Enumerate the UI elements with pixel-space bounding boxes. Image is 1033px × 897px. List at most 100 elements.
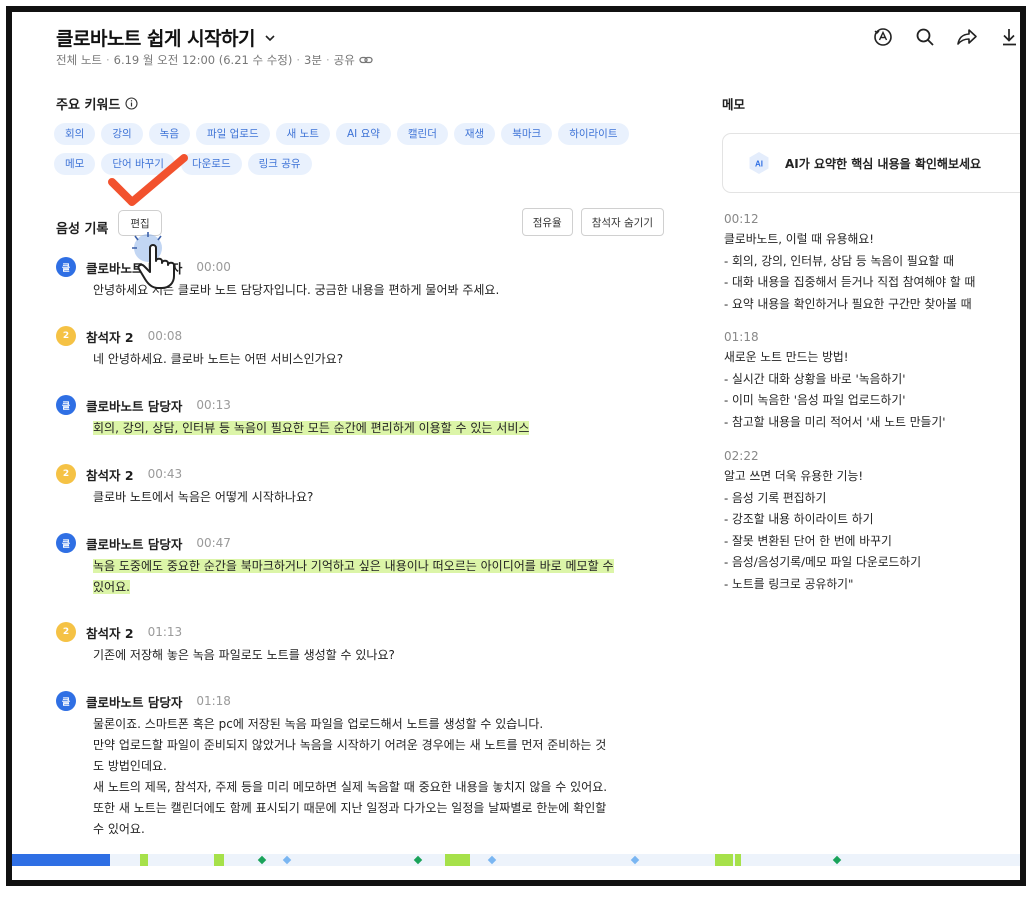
memo-marker[interactable] xyxy=(413,855,423,865)
speaker-row[interactable]: 2 참석자 2 00:43 xyxy=(56,463,666,485)
ai-summary-card[interactable]: AI AI가 요약한 핵심 내용을 확인해보세요 xyxy=(722,133,1020,193)
highlight-marker[interactable] xyxy=(715,854,733,866)
transcript-text[interactable]: 녹음 도중에도 중요한 순간을 북마크하거나 기억하고 싶은 내용이나 떠오르는… xyxy=(93,556,666,598)
speaker-timestamp[interactable]: 00:43 xyxy=(148,467,183,481)
memo-line: - 잘못 변환된 단어 한 번에 바꾸기 xyxy=(724,533,892,548)
transcript-text[interactable]: 물론이죠. 스마트폰 혹은 pc에 저장된 녹음 파일을 업로드해서 노트를 생… xyxy=(93,714,666,840)
speaker-row[interactable]: 클 클로바노트 담당자 01:18 xyxy=(56,690,666,712)
speaker-timestamp[interactable]: 00:47 xyxy=(196,536,231,550)
share-button[interactable] xyxy=(956,26,978,48)
memo-marker[interactable] xyxy=(257,855,267,865)
search-button[interactable] xyxy=(914,26,936,48)
keyword-chip[interactable]: 북마크 xyxy=(501,123,553,145)
meta-created: 6.19 월 오전 12:00 (6.21 수 수정) xyxy=(113,53,293,67)
info-icon[interactable] xyxy=(125,97,138,110)
note-title[interactable]: 클로바노트 쉽게 시작하기 xyxy=(56,24,256,51)
speaker-avatar: 클 xyxy=(56,691,76,711)
speaker-name[interactable]: 참석자 2 xyxy=(86,327,134,346)
keyword-chip[interactable]: 하이라이트 xyxy=(558,123,629,145)
speaker-name[interactable]: 참석자 2 xyxy=(86,623,134,642)
memo-block[interactable]: 00:12 클로바노트, 이럴 때 유용해요! - 회의, 강의, 인터뷰, 상담 … xyxy=(724,212,1020,315)
transcript-line[interactable]: 있어요. xyxy=(93,580,130,594)
transcript-line[interactable]: 회의, 강의, 상담, 인터뷰 등 녹음이 필요한 모든 순간에 편리하게 이용… xyxy=(93,421,530,435)
keyword-chip[interactable]: 새 노트 xyxy=(275,123,330,145)
memo-line: 새로운 노트 만드는 방법! xyxy=(724,350,849,364)
playback-progress[interactable] xyxy=(12,854,110,866)
hide-participants-button[interactable]: 참석자 숨기기 xyxy=(580,208,664,236)
keyword-chip[interactable]: 강의 xyxy=(101,123,143,145)
speaker-timestamp[interactable]: 00:13 xyxy=(196,398,231,412)
memo-block[interactable]: 01:18 새로운 노트 만드는 방법! - 실시간 대화 상황을 바로 '녹음하기… xyxy=(724,330,1020,433)
transcript-line[interactable]: 물론이죠. 스마트폰 혹은 pc에 저장된 녹음 파일을 업로드해서 노트를 생… xyxy=(93,717,543,731)
meta-share[interactable]: 공유 xyxy=(334,52,355,68)
transcript-text[interactable]: 클로바 노트에서 녹음은 어떻게 시작하나요? xyxy=(93,487,666,508)
speaker-name[interactable]: 클로바노트 담당자 xyxy=(86,534,182,553)
transcript-line[interactable]: 수 있어요. xyxy=(93,822,145,836)
bookmark-marker[interactable] xyxy=(487,855,497,865)
speaker-timestamp[interactable]: 01:18 xyxy=(196,694,231,708)
speaker-avatar: 클 xyxy=(56,395,76,415)
memo-heading: 메모 xyxy=(722,97,746,112)
memo-marker[interactable] xyxy=(832,855,842,865)
transcript-text[interactable]: 회의, 강의, 상담, 인터뷰 등 녹음이 필요한 모든 순간에 편리하게 이용… xyxy=(93,418,666,439)
transcript-line[interactable]: 녹음 도중에도 중요한 순간을 북마크하거나 기억하고 싶은 내용이나 떠오르는… xyxy=(93,559,614,573)
keyword-chip[interactable]: 회의 xyxy=(54,123,96,145)
link-icon[interactable] xyxy=(359,55,373,65)
transcript-line[interactable]: 기존에 저장해 놓은 녹음 파일로도 노트를 생성할 수 있나요? xyxy=(93,648,395,662)
download-icon xyxy=(1003,29,1016,46)
keyword-chip[interactable]: 링크 공유 xyxy=(247,153,312,175)
ai-summary-button[interactable] xyxy=(872,26,894,48)
playback-timeline[interactable] xyxy=(12,854,1020,866)
highlight-marker[interactable] xyxy=(214,854,224,866)
speaker-name[interactable]: 클로바노트 담당자 xyxy=(86,396,182,415)
memo-line: - 실시간 대화 상황을 바로 '녹음하기' xyxy=(724,371,906,386)
keyword-chip[interactable]: 녹음 xyxy=(148,123,190,145)
keyword-chip[interactable]: AI 요약 xyxy=(335,123,391,145)
transcript-line[interactable]: 또한 새 노트는 캘린더에도 함께 표시되기 때문에 지난 일정과 다가오는 일… xyxy=(93,801,606,815)
speaker-row[interactable]: 2 참석자 2 00:08 xyxy=(56,325,666,347)
transcript-line[interactable]: 새 노트의 제목, 참석자, 주제 등을 미리 메모하면 실제 녹음할 때 중요… xyxy=(93,780,607,794)
title-row[interactable]: 클로바노트 쉽게 시작하기 xyxy=(56,24,277,51)
bookmark-marker[interactable] xyxy=(630,855,640,865)
download-button[interactable] xyxy=(998,26,1020,48)
share-ratio-button[interactable]: 점유율 xyxy=(521,208,573,236)
speaker-timestamp[interactable]: 01:13 xyxy=(148,625,183,639)
keyword-chip[interactable]: 캘린더 xyxy=(396,123,448,145)
speaker-row[interactable]: 클 클로바노트 담당자 00:47 xyxy=(56,532,666,554)
meta-duration: 3분 xyxy=(304,53,322,67)
keyword-chip[interactable]: 메모 xyxy=(54,153,96,175)
transcript-text[interactable]: 기존에 저장해 놓은 녹음 파일로도 노트를 생성할 수 있나요? xyxy=(93,645,666,666)
memo-line: - 노트를 링크로 공유하기" xyxy=(724,576,854,591)
chevron-down-icon[interactable] xyxy=(263,31,277,45)
highlight-marker[interactable] xyxy=(140,854,148,866)
memo-timestamp[interactable]: 02:22 xyxy=(724,449,1020,463)
speaker-row[interactable]: 클 클로바노트 담당자 00:13 xyxy=(56,394,666,416)
transcript-line[interactable]: 네 안녕하세요. 클로바 노트는 어떤 서비스인가요? xyxy=(93,352,343,366)
memo-timestamp[interactable]: 00:12 xyxy=(724,212,1020,226)
speaker-avatar: 클 xyxy=(56,533,76,553)
transcript-line[interactable]: 만약 업로드할 파일이 준비되지 않았거나 녹음을 시작하기 어려운 경우에는 … xyxy=(93,738,606,752)
highlight-marker[interactable] xyxy=(445,854,470,866)
speaker-timestamp[interactable]: 00:00 xyxy=(196,260,231,274)
memo-line: 알고 쓰면 더욱 유용한 기능! xyxy=(724,469,864,483)
keyword-chip[interactable]: 파일 업로드 xyxy=(195,123,270,145)
keyword-chip[interactable]: 다운로드 xyxy=(180,153,242,175)
top-toolbar xyxy=(872,26,1020,48)
transcript-line[interactable]: 도 방법인데요. xyxy=(93,759,167,773)
transcript-line[interactable]: 클로바 노트에서 녹음은 어떻게 시작하나요? xyxy=(93,490,313,504)
meta-folder[interactable]: 전체 노트 xyxy=(56,52,102,68)
speaker-name[interactable]: 클로바노트 담당자 xyxy=(86,692,182,711)
speaker-row[interactable]: 2 참석자 2 01:13 xyxy=(56,621,666,643)
check-mark-icon xyxy=(108,154,188,206)
bookmark-marker[interactable] xyxy=(282,855,292,865)
transcript-text[interactable]: 네 안녕하세요. 클로바 노트는 어떤 서비스인가요? xyxy=(93,349,666,370)
speaker-name[interactable]: 참석자 2 xyxy=(86,465,134,484)
transcript-entry: 2 참석자 2 00:43 클로바 노트에서 녹음은 어떻게 시작하나요? xyxy=(56,463,666,508)
highlight-marker[interactable] xyxy=(735,854,741,866)
memo-line: - 참고할 내용을 미리 적어서 '새 노트 만들기' xyxy=(724,414,946,429)
keyword-chip[interactable]: 재생 xyxy=(453,123,496,145)
speaker-timestamp[interactable]: 00:08 xyxy=(148,329,183,343)
memo-timestamp[interactable]: 01:18 xyxy=(724,330,1020,344)
transcript-entry: 2 참석자 2 00:08 네 안녕하세요. 클로바 노트는 어떤 서비스인가요? xyxy=(56,325,666,370)
memo-block[interactable]: 02:22 알고 쓰면 더욱 유용한 기능! - 음성 기록 편집하기 - 강조할 내… xyxy=(724,449,1020,595)
